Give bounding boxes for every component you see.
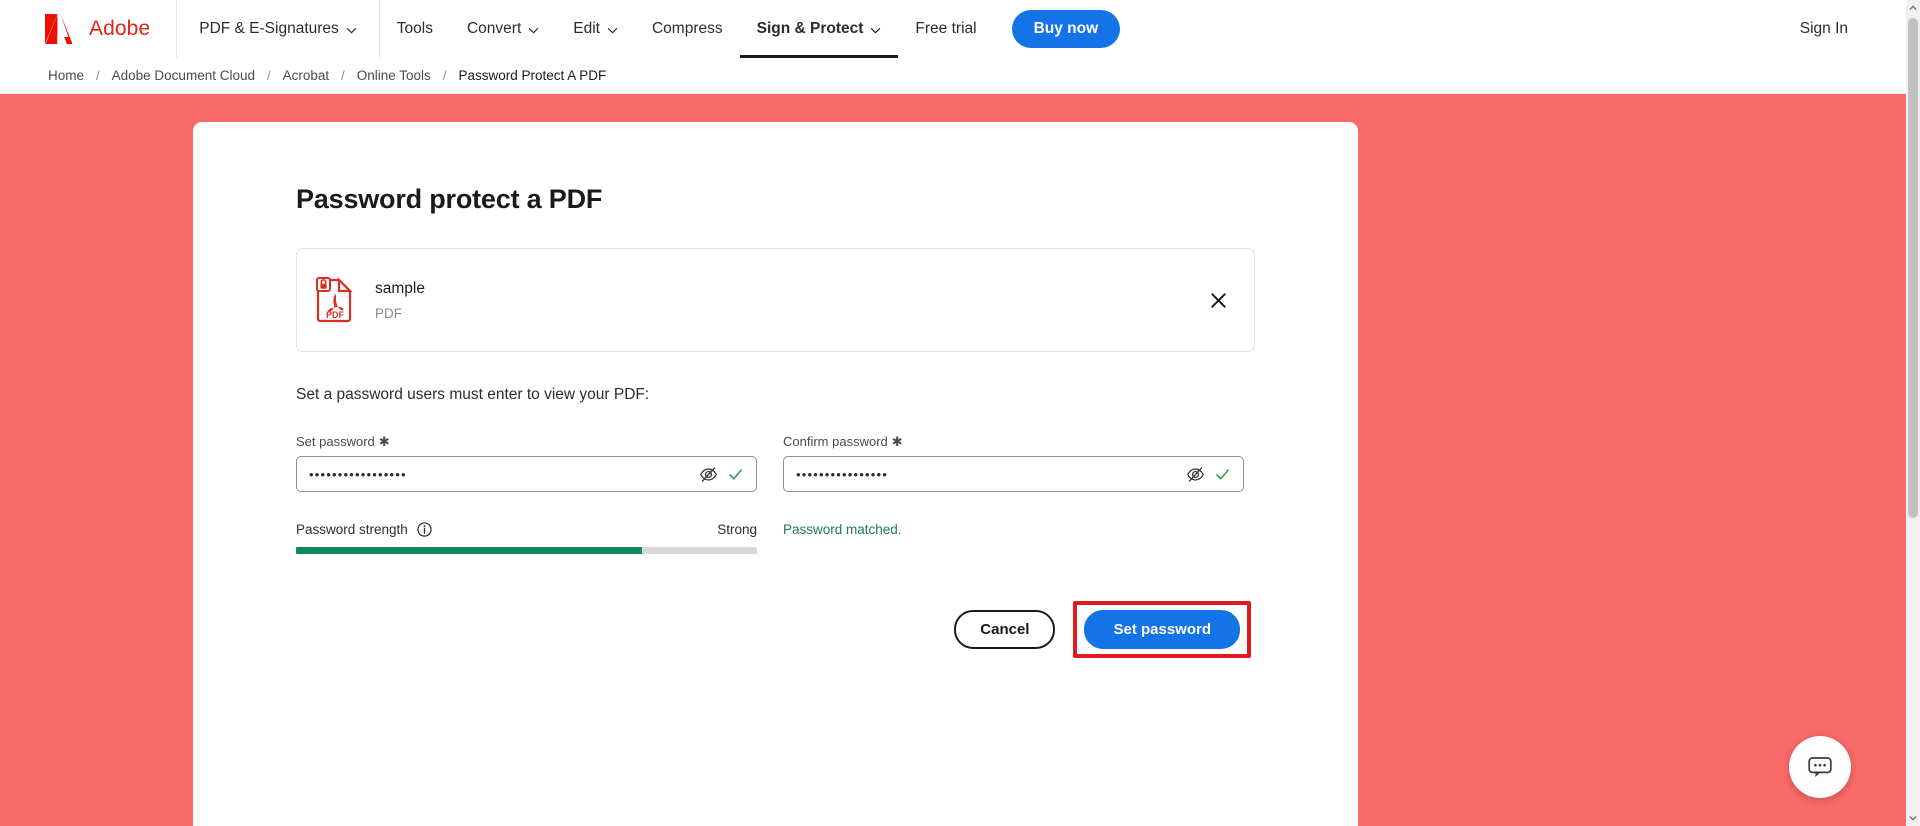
nav-item-free-trial[interactable]: Free trial	[898, 0, 993, 58]
required-marker: ✱	[378, 434, 390, 449]
breadcrumb-item-online-tools[interactable]: Online Tools	[357, 68, 431, 83]
nav-item-label: Free trial	[915, 20, 977, 37]
chevron-down-icon	[528, 27, 539, 33]
file-row: PDF sample PDF	[296, 248, 1255, 352]
breadcrumb-separator: /	[341, 68, 345, 83]
check-icon	[1211, 463, 1233, 485]
password-strength-meter-fill	[296, 547, 642, 554]
breadcrumb-separator: /	[96, 68, 100, 83]
eye-off-glyph	[699, 466, 717, 482]
card-inner: Password protect a PDF PDF sample PDF Se…	[193, 184, 1358, 658]
svg-text:PDF: PDF	[326, 310, 345, 320]
confirm-password-input[interactable]: ••••••••••••••••	[783, 456, 1244, 492]
set-password-button[interactable]: Set password	[1084, 610, 1240, 649]
eye-off-icon[interactable]	[1183, 462, 1207, 486]
set-password-input[interactable]: •••••••••••••••••	[296, 456, 757, 492]
chat-widget-button[interactable]	[1789, 736, 1851, 798]
chat-bubble-icon	[1808, 757, 1832, 777]
nav-item-label: Convert	[466, 20, 522, 37]
password-strength-value: Strong	[717, 522, 757, 537]
nav-item-label: Sign & Protect	[756, 20, 864, 37]
info-icon[interactable]	[417, 522, 432, 537]
confirm-password-value: ••••••••••••••••	[796, 466, 889, 482]
adobe-brand[interactable]: Adobe	[0, 0, 176, 58]
password-protect-card: Password protect a PDF PDF sample PDF Se…	[193, 122, 1358, 826]
scroll-down-button[interactable]	[1906, 810, 1920, 826]
vertical-scrollbar[interactable]	[1906, 0, 1920, 826]
password-fields: Set password ✱ ••••••••••••••••• Passwor…	[296, 434, 1255, 554]
nav-item-label: Tools	[396, 20, 433, 37]
scroll-up-button[interactable]	[1906, 0, 1920, 16]
confirm-password-label: Confirm password ✱	[783, 434, 1244, 449]
nav-item-sign-and-protect[interactable]: Sign & Protect	[739, 0, 899, 58]
scrollbar-thumb[interactable]	[1908, 18, 1918, 518]
required-marker: ✱	[891, 434, 903, 449]
set-password-highlight: Set password	[1073, 601, 1251, 658]
eye-off-glyph	[1186, 466, 1204, 482]
check-glyph	[1215, 468, 1229, 480]
nav-item-compress[interactable]: Compress	[635, 0, 740, 58]
breadcrumb-separator: /	[442, 68, 447, 83]
nav-item-convert[interactable]: Convert	[450, 0, 556, 58]
nav-item-tools[interactable]: Tools	[380, 0, 450, 58]
nav-items: PDF & E-Signatures Tools Convert Edit Co…	[177, 0, 1132, 58]
set-password-label-text: Set password	[296, 434, 375, 449]
check-icon	[724, 463, 746, 485]
set-password-column: Set password ✱ ••••••••••••••••• Passwor…	[296, 434, 757, 554]
password-strength-label: Password strength	[296, 522, 408, 537]
file-meta: sample PDF	[375, 280, 425, 321]
nav-item-label: Edit	[573, 20, 600, 37]
breadcrumb-item-home[interactable]: Home	[48, 68, 84, 83]
chevron-down-icon	[1909, 815, 1917, 821]
chevron-down-icon	[871, 27, 881, 34]
close-icon	[1210, 292, 1226, 308]
password-strength-meter	[296, 547, 757, 554]
password-strength-row: Password strength Strong	[296, 522, 757, 537]
nav-item-edit[interactable]: Edit	[556, 0, 635, 58]
chevron-up-icon	[1909, 5, 1917, 11]
remove-file-button[interactable]	[1204, 286, 1232, 314]
nav-item-pdf-esignatures[interactable]: PDF & E-Signatures	[177, 0, 379, 58]
adobe-wordmark: Adobe	[89, 17, 151, 40]
card-actions: Cancel Set password	[296, 601, 1255, 658]
breadcrumb-item-current: Password Protect A PDF	[458, 68, 607, 83]
password-match-message: Password matched.	[783, 522, 902, 537]
check-glyph	[728, 468, 742, 480]
breadcrumb-item-acrobat[interactable]: Acrobat	[283, 68, 330, 83]
set-password-value: •••••••••••••••••	[309, 466, 407, 482]
instruction-text: Set a password users must enter to view …	[296, 386, 650, 403]
chevron-down-icon	[607, 27, 618, 33]
chevron-down-icon	[346, 27, 357, 33]
cancel-button[interactable]: Cancel	[954, 610, 1056, 649]
adobe-logo-icon	[45, 14, 73, 44]
page-canvas: Password protect a PDF PDF sample PDF Se…	[0, 94, 1906, 826]
page-root: Adobe PDF & E-Signatures Tools Convert E…	[0, 0, 1920, 826]
file-name: sample	[375, 279, 425, 297]
confirm-password-column: Confirm password ✱ •••••••••••••••• Pass…	[783, 434, 1244, 554]
sign-in-link[interactable]: Sign In	[1800, 20, 1848, 37]
confirm-password-label-text: Confirm password	[783, 434, 888, 449]
pdf-locked-file-icon: PDF	[316, 277, 353, 323]
breadcrumb-separator: /	[266, 68, 271, 83]
set-password-label: Set password ✱	[296, 434, 757, 449]
nav-right: Sign In	[1800, 20, 1906, 38]
eye-off-icon[interactable]	[696, 462, 720, 486]
page-title: Password protect a PDF	[296, 184, 603, 214]
buy-now-wrap: Buy now	[994, 10, 1133, 48]
breadcrumb-item-adobe-document-cloud[interactable]: Adobe Document Cloud	[112, 68, 255, 83]
file-type: PDF	[375, 305, 402, 321]
buy-now-button[interactable]: Buy now	[1011, 10, 1121, 48]
nav-item-label: Compress	[651, 20, 723, 37]
top-navigation-bar: Adobe PDF & E-Signatures Tools Convert E…	[0, 0, 1906, 58]
breadcrumb: Home / Adobe Document Cloud / Acrobat / …	[0, 58, 1906, 94]
nav-item-label: PDF & E-Signatures	[199, 20, 339, 37]
